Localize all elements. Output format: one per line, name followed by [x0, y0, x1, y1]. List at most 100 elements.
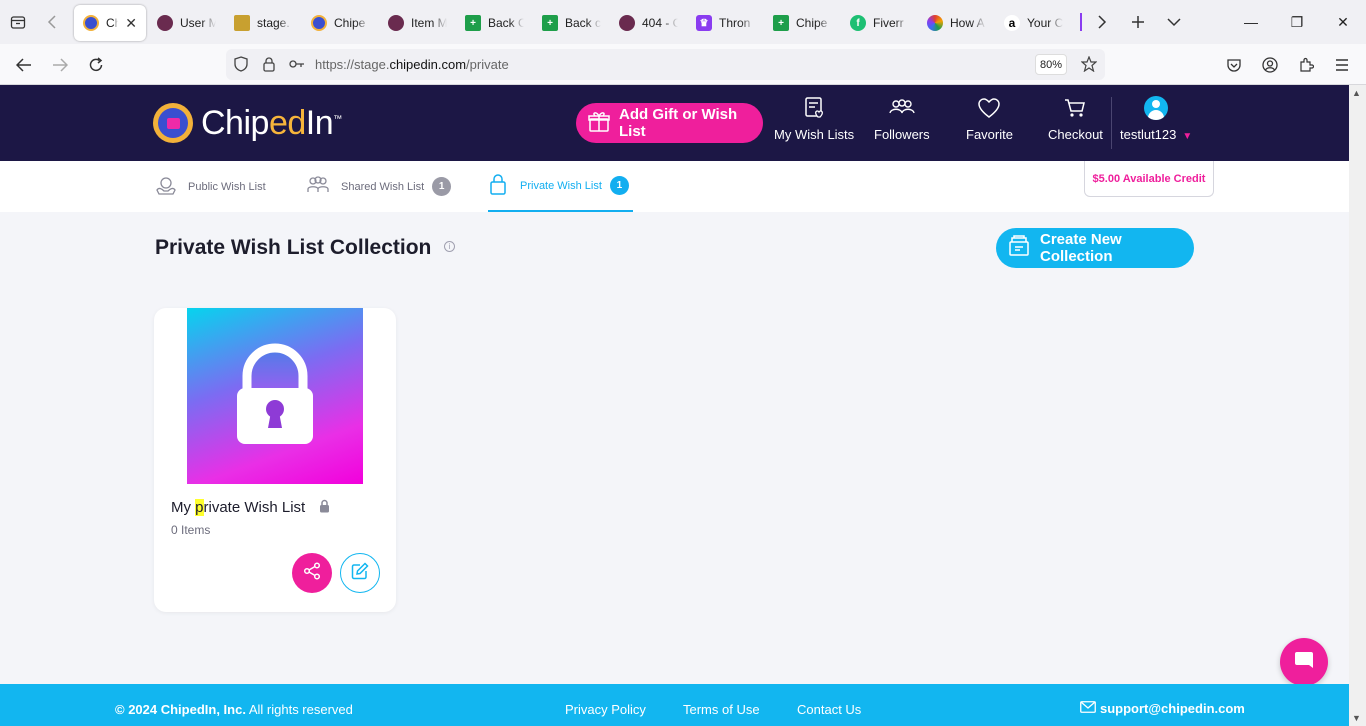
tab-public-wish-list[interactable]: Public Wish List — [156, 161, 266, 212]
tab-overview-icon[interactable] — [0, 4, 36, 40]
restore-icon[interactable]: ❐ — [1274, 0, 1320, 44]
minimize-icon[interactable]: — — [1228, 0, 1274, 44]
nav-label: Checkout — [1048, 127, 1103, 142]
browser-tab[interactable]: f Fiverr — [841, 5, 918, 41]
tab-shared-wish-list[interactable]: Shared Wish List 1 — [307, 161, 452, 212]
search-highlight: p — [195, 499, 204, 516]
browser-tab[interactable]: + Back C — [456, 5, 533, 41]
terms-of-use-link[interactable]: Terms of Use — [683, 702, 760, 717]
browser-tab-active[interactable]: Chi ✕ — [74, 5, 146, 41]
edit-button[interactable] — [340, 553, 380, 593]
scroll-up-arrow-icon[interactable]: ▲ — [1352, 88, 1361, 98]
header-divider — [1111, 97, 1112, 149]
collection-thumbnail[interactable] — [187, 308, 363, 484]
site-favicon — [619, 15, 635, 31]
item-count: 0 Items — [171, 523, 211, 537]
nav-label: Followers — [874, 127, 930, 142]
followers-icon — [889, 97, 915, 119]
list-all-tabs-icon[interactable] — [1156, 4, 1192, 40]
browser-tab[interactable]: Chipe — [302, 5, 379, 41]
share-button[interactable] — [292, 553, 332, 593]
browser-tab[interactable]: How A — [918, 5, 995, 41]
tab-label: Chipe — [334, 16, 366, 30]
crown-favicon: ♛ — [696, 15, 712, 31]
tab-label: Chipe — [796, 16, 828, 30]
close-window-icon[interactable]: ✕ — [1320, 0, 1366, 44]
bookmark-star-icon[interactable] — [1076, 51, 1102, 77]
nav-checkout[interactable]: Checkout — [1048, 97, 1103, 142]
zoom-level-badge[interactable]: 80% — [1035, 54, 1067, 75]
tab-label: How A — [950, 16, 985, 30]
browser-tab[interactable]: ♛ Thron — [687, 5, 764, 41]
site-favicon — [388, 15, 404, 31]
chat-bubble-icon — [1293, 649, 1315, 676]
browser-tab[interactable]: stage. — [225, 5, 302, 41]
shopping-cart-icon — [1064, 97, 1086, 119]
close-tab-icon[interactable]: ✕ — [125, 15, 137, 32]
browser-tab[interactable]: + Back c — [533, 5, 610, 41]
tab-label: Thron — [719, 16, 751, 30]
count-badge: 1 — [432, 177, 452, 196]
live-chat-button[interactable] — [1280, 638, 1328, 686]
lock-icon — [488, 173, 508, 198]
nav-favorite[interactable]: Favorite — [966, 97, 1013, 142]
url-text[interactable]: https://stage.chipedin.com/private — [315, 57, 509, 72]
new-tab-icon[interactable] — [1120, 4, 1156, 40]
permissions-key-icon[interactable] — [284, 51, 310, 77]
support-email-link[interactable]: support@chipedin.com — [1080, 701, 1245, 716]
sheets-favicon: + — [542, 15, 558, 31]
scroll-tabs-right-icon[interactable] — [1090, 4, 1114, 40]
amazon-favicon: a — [1004, 15, 1020, 31]
privacy-policy-link[interactable]: Privacy Policy — [565, 702, 646, 717]
browser-tab[interactable]: a Your C — [995, 5, 1072, 41]
browser-tab[interactable]: 404 - C — [610, 5, 687, 41]
tab-private-wish-list[interactable]: Private Wish List 1 — [488, 161, 633, 212]
tab-label: 404 - C — [642, 16, 678, 30]
contact-us-link[interactable]: Contact Us — [797, 702, 861, 717]
nav-followers[interactable]: Followers — [874, 97, 930, 142]
browser-tab[interactable]: + Chipe — [764, 5, 841, 41]
collection-title[interactable]: My private Wish List — [171, 499, 305, 516]
scroll-down-arrow-icon[interactable]: ▼ — [1352, 713, 1361, 723]
extensions-icon[interactable] — [1293, 52, 1319, 78]
user-avatar-icon — [1144, 96, 1169, 120]
tab-label: User M — [180, 16, 216, 30]
add-gift-label: Add Gift or Wish List — [619, 106, 738, 140]
create-new-collection-button[interactable]: Create New Collection — [996, 228, 1194, 268]
vertical-scrollbar[interactable]: ▲ ▼ — [1349, 85, 1366, 726]
scroll-tabs-left-icon[interactable] — [36, 4, 68, 40]
chevron-down-icon: ▼ — [1182, 131, 1193, 142]
pocket-icon[interactable] — [1221, 52, 1247, 78]
wish-list-icon — [803, 97, 825, 119]
address-bar[interactable]: https://stage.chipedin.com/private 80% — [226, 49, 1105, 80]
account-icon[interactable] — [1257, 52, 1283, 78]
chipedin-logo[interactable]: ChipedIn™ — [153, 103, 342, 143]
url-domain: chipedin.com — [389, 57, 467, 72]
browser-tab-bar: Chi ✕ User M stage. Chipe Item M + Back … — [0, 0, 1366, 44]
menu-hamburger-icon[interactable] — [1329, 52, 1355, 78]
tab-label: stage. — [257, 16, 290, 30]
forward-icon[interactable] — [47, 52, 73, 78]
add-gift-button[interactable]: Add Gift or Wish List — [576, 103, 763, 143]
user-menu[interactable]: testlut123 ▼ — [1120, 96, 1193, 142]
back-icon[interactable] — [11, 52, 37, 78]
tracking-shield-icon[interactable] — [228, 51, 254, 77]
collection-card[interactable]: My private Wish List 0 Items — [154, 308, 396, 612]
browser-tab[interactable]: User M — [148, 5, 225, 41]
nav-my-wish-lists[interactable]: My Wish Lists — [774, 97, 854, 142]
available-credit-badge[interactable]: $5.00 Available Credit — [1084, 161, 1214, 197]
tab-label: Fiverr — [873, 16, 904, 30]
browser-tab[interactable]: Item M — [379, 5, 456, 41]
tab-label: Your C — [1027, 16, 1063, 30]
chipedin-favicon — [83, 15, 99, 31]
page-title: Private Wish List Collection — [155, 236, 432, 259]
window-controls: — ❐ ✕ — [1228, 0, 1366, 44]
count-badge: 1 — [609, 176, 629, 195]
reload-icon[interactable] — [83, 52, 109, 78]
collection-box-icon — [1008, 235, 1030, 261]
url-path: /private — [466, 57, 509, 72]
info-icon[interactable]: i — [444, 241, 455, 252]
gift-logo-icon — [153, 103, 193, 143]
tab-label: Item M — [411, 16, 447, 30]
padlock-icon[interactable] — [256, 51, 282, 77]
